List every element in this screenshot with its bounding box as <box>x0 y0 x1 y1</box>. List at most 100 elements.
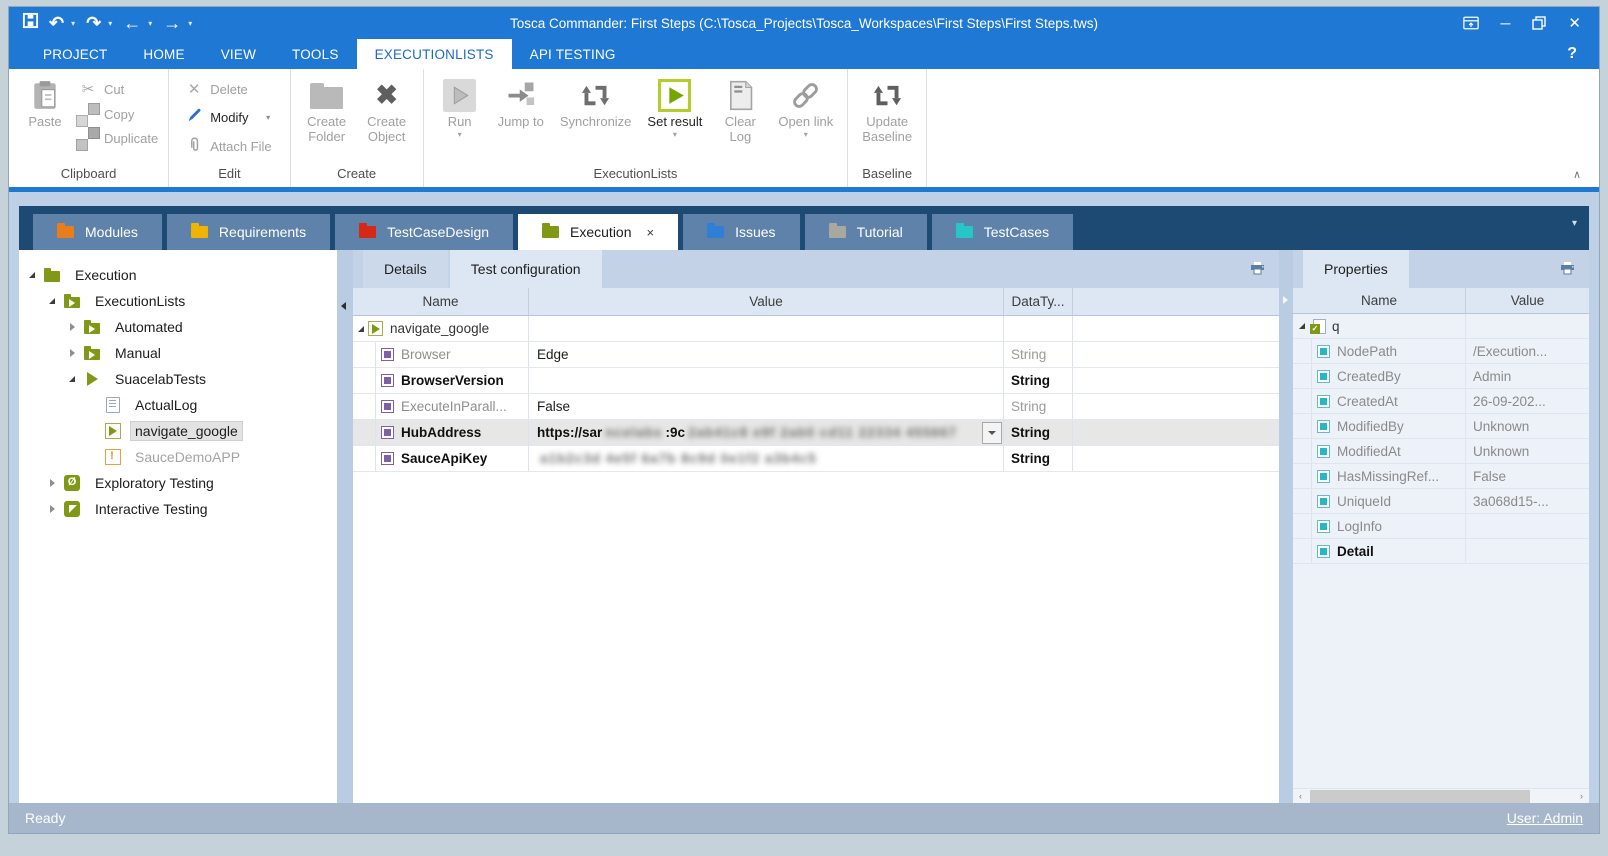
tree-expander-icon[interactable] <box>47 477 60 489</box>
synchronize-button[interactable]: Synchronize <box>556 74 636 131</box>
tree-item[interactable]: SauceDemoAPP <box>19 444 337 470</box>
paste-button[interactable]: Paste <box>19 74 71 131</box>
config-row[interactable]: navigate_google <box>353 316 1279 342</box>
value-dropdown-icon[interactable] <box>982 422 1002 444</box>
left-splitter[interactable] <box>337 250 353 803</box>
back-dropdown-icon[interactable]: ▾ <box>148 19 156 28</box>
create-object-button[interactable]: ✖ Create Object <box>361 74 413 146</box>
properties-tab[interactable]: Properties <box>1303 250 1409 288</box>
detail-tab[interactable]: Test configuration <box>450 250 602 288</box>
property-row[interactable]: ✓ ModifiedAt Unknown <box>1293 439 1589 464</box>
doc-tab[interactable]: TestCases <box>932 214 1073 250</box>
property-row[interactable]: ✓ UniqueId 3a068d15-... <box>1293 489 1589 514</box>
undo-button[interactable]: ↶ <box>46 8 67 38</box>
tree-expander-icon[interactable] <box>87 425 100 437</box>
expand-right-icon[interactable] <box>1283 296 1288 304</box>
config-value-cell[interactable]: a1b2c3d 4e5f 6a7b 8c9d 0e1f2 a3b4c5 <box>529 446 1004 471</box>
config-row[interactable]: Browser Edge String <box>353 342 1279 368</box>
tree-expander-icon[interactable] <box>27 269 40 281</box>
minimize-button[interactable]: ─ <box>1501 15 1511 31</box>
config-row[interactable]: HubAddress https://sarncelabs:9c2ab41c8 … <box>353 420 1279 446</box>
doc-tab[interactable]: Execution × <box>518 214 678 250</box>
update-baseline-button[interactable]: Update Baseline <box>858 74 916 146</box>
property-row[interactable]: ✓ LogInfo <box>1293 514 1589 539</box>
create-folder-button[interactable]: Create Folder <box>301 74 353 146</box>
doc-tab[interactable]: TestCaseDesign <box>335 214 513 250</box>
pin-icon[interactable] <box>1560 262 1575 280</box>
property-row[interactable]: ✓ CreatedBy Admin <box>1293 364 1589 389</box>
detail-tab[interactable]: Details <box>363 250 448 288</box>
copy-button[interactable]: Copy <box>79 107 158 122</box>
run-dropdown-icon[interactable]: ▾ <box>458 130 462 139</box>
tree-expander-icon[interactable] <box>67 373 80 385</box>
doc-tab[interactable]: Modules <box>33 214 162 250</box>
collapse-ribbon-icon[interactable]: ∧ <box>1573 168 1581 181</box>
pin-icon[interactable] <box>1250 262 1265 280</box>
tree-expander-icon[interactable] <box>47 295 60 307</box>
jump-to-button[interactable]: Jump to <box>494 74 548 131</box>
tree-expander-icon[interactable] <box>67 347 80 359</box>
config-value-cell[interactable]: https://sarncelabs:9c2ab41c8 e9f 2ab0 cd… <box>529 420 1004 445</box>
property-row[interactable]: ✓ NodePath /Execution... <box>1293 339 1589 364</box>
tree-expander-icon[interactable] <box>67 321 80 333</box>
tree-item[interactable]: Automated <box>19 314 337 340</box>
save-icon[interactable] <box>19 8 42 38</box>
column-header-name[interactable]: Name <box>1293 288 1466 313</box>
tree-item[interactable]: Manual <box>19 340 337 366</box>
delete-button[interactable]: ✕Delete <box>185 80 271 98</box>
config-value-cell[interactable] <box>529 316 1004 341</box>
config-value-cell[interactable]: False <box>529 394 1004 419</box>
modify-dropdown-icon[interactable]: ▾ <box>266 113 270 122</box>
row-expander-icon[interactable] <box>358 326 364 332</box>
ribbon-tab[interactable]: VIEW <box>203 39 274 69</box>
back-button[interactable]: ← <box>120 8 144 38</box>
undo-dropdown-icon[interactable]: ▾ <box>71 19 79 28</box>
property-row[interactable]: ✓ Detail <box>1293 539 1589 564</box>
config-value-cell[interactable]: Edge <box>529 342 1004 367</box>
property-row[interactable]: ✓ CreatedAt 26-09-202... <box>1293 389 1589 414</box>
config-value-cell[interactable] <box>529 368 1004 393</box>
property-row[interactable]: ✓ q <box>1293 314 1589 339</box>
tree-item[interactable]: Exploratory Testing <box>19 470 337 496</box>
ribbon-tab[interactable]: EXECUTIONLISTS <box>357 39 512 69</box>
open-link-button[interactable]: Open link ▾ <box>774 74 837 141</box>
scrollbar-thumb[interactable] <box>1310 790 1530 803</box>
doc-tab[interactable]: Issues <box>683 214 799 250</box>
property-row[interactable]: ✓ HasMissingRef... False <box>1293 464 1589 489</box>
close-button[interactable]: ✕ <box>1568 14 1581 32</box>
config-row[interactable]: SauceApiKey a1b2c3d 4e5f 6a7b 8c9d 0e1f2… <box>353 446 1279 472</box>
ribbon-display-options-icon[interactable] <box>1463 16 1479 30</box>
restore-button[interactable] <box>1532 16 1546 30</box>
tree-item[interactable]: SuacelabTests <box>19 366 337 392</box>
ribbon-tab[interactable]: PROJECT <box>25 39 125 69</box>
open-link-dropdown-icon[interactable]: ▾ <box>804 130 808 139</box>
config-row[interactable]: ExecuteInParall... False String <box>353 394 1279 420</box>
help-button[interactable]: ? <box>1567 39 1577 69</box>
column-header-value[interactable]: Value <box>1466 288 1589 313</box>
modify-button[interactable]: Modify ▾ <box>185 107 271 127</box>
set-result-dropdown-icon[interactable]: ▾ <box>673 130 677 139</box>
ribbon-tab[interactable]: HOME <box>125 39 202 69</box>
clear-log-button[interactable]: Clear Log <box>714 74 766 146</box>
set-result-button[interactable]: Set result ▾ <box>643 74 706 141</box>
property-row[interactable]: ✓ ModifiedBy Unknown <box>1293 414 1589 439</box>
ribbon-tab[interactable]: TOOLS <box>274 39 357 69</box>
right-splitter[interactable] <box>1279 250 1293 803</box>
row-expander-icon[interactable] <box>1297 320 1310 332</box>
tree-item[interactable]: ExecutionLists <box>19 288 337 314</box>
redo-button[interactable]: ↷ <box>83 8 104 38</box>
ribbon-tab[interactable]: API TESTING <box>512 39 634 69</box>
tree-item[interactable]: Execution <box>19 262 337 288</box>
close-tab-icon[interactable]: × <box>647 225 655 240</box>
duplicate-button[interactable]: Duplicate <box>79 131 158 146</box>
config-row[interactable]: BrowserVersion String <box>353 368 1279 394</box>
tree-expander-icon[interactable] <box>87 399 100 411</box>
scroll-left-icon[interactable]: ‹ <box>1293 789 1308 804</box>
column-header-name[interactable]: Name <box>353 288 529 315</box>
cut-button[interactable]: ✂Cut <box>79 80 158 98</box>
column-header-value[interactable]: Value <box>529 288 1004 315</box>
run-button[interactable]: Run ▾ <box>434 74 486 141</box>
forward-button[interactable]: → <box>160 8 184 38</box>
attach-file-button[interactable]: Attach File <box>185 136 271 157</box>
user-link[interactable]: User: Admin <box>1507 810 1583 826</box>
